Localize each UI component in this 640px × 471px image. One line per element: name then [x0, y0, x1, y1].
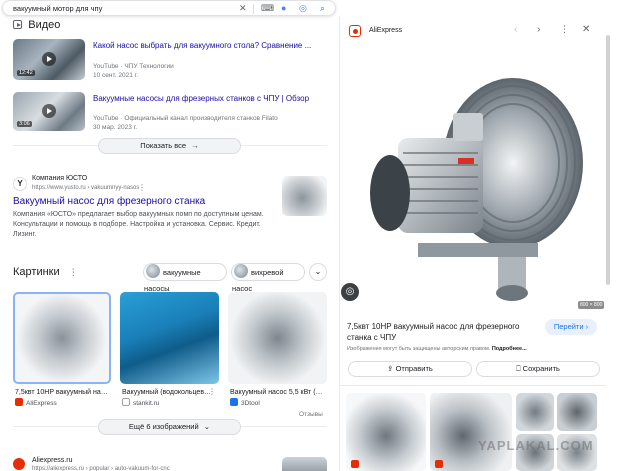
video-source: YouTube · ЧПУ Технологии: [93, 63, 174, 70]
panel-title: 7,5квт 10HP вакуумный насос для фрезерно…: [347, 322, 520, 342]
video-title-link[interactable]: Вакуумные насосы для фрезерных станков с…: [93, 94, 309, 104]
image-chip[interactable]: вихревой насос: [231, 263, 305, 293]
vacuum-pump-illustration: [370, 78, 583, 301]
play-icon: [42, 104, 56, 118]
result-snippet: Компания «ЮСТО» предлагает выбор вакуумн…: [13, 211, 264, 238]
bookmark-icon: ⎕: [516, 364, 521, 373]
result-company: Компания ЮСТО: [32, 175, 88, 182]
result-thumbnail[interactable]: [282, 176, 327, 216]
search-icon[interactable]: ⌕: [320, 3, 325, 14]
more-options-icon[interactable]: ⋮: [560, 24, 569, 35]
preview-image[interactable]: [348, 43, 598, 311]
image-chip[interactable]: вакуумные насосы: [143, 263, 227, 293]
watermark: YAPLAKAL.COM: [478, 438, 594, 453]
share-icon: ⇪: [387, 364, 394, 373]
video-title-link[interactable]: Какой насос выбрать для вакуумного стола…: [93, 41, 311, 51]
video-thumbnail[interactable]: 3:06: [13, 92, 85, 131]
search-input[interactable]: вакуумный мотор для чпу: [13, 4, 102, 13]
clear-icon[interactable]: ✕: [239, 3, 247, 14]
microphone-icon[interactable]: ●: [281, 3, 286, 14]
chevron-right-icon: ›: [585, 322, 589, 331]
arrow-right-icon: →: [191, 141, 199, 150]
chevron-down-icon: ⌄: [203, 422, 211, 431]
more-options-icon[interactable]: ⋮: [208, 387, 216, 396]
videos-heading: Видео: [13, 19, 60, 31]
3dtool-icon: [230, 398, 238, 406]
result-title-link[interactable]: Вакуумный насос для фрезерного станка: [13, 196, 205, 207]
chevron-left-icon[interactable]: ‹: [514, 24, 517, 35]
image-source: stankit.ru: [122, 398, 159, 407]
aliexpress-icon: [349, 25, 361, 37]
chip-thumbnail: [146, 264, 160, 278]
more-options-icon[interactable]: ⋮: [69, 267, 78, 277]
result-site: Aliexpress.ru: [32, 457, 73, 464]
image-result-selected[interactable]: [13, 292, 111, 384]
related-image[interactable]: [430, 393, 512, 471]
divider: [253, 4, 254, 14]
more-options-icon[interactable]: ⋮: [138, 183, 146, 192]
lens-icon[interactable]: ◎: [299, 3, 307, 14]
aliexpress-icon: [13, 458, 25, 470]
panel-source[interactable]: AliExpress: [369, 27, 402, 34]
image-result[interactable]: [120, 292, 219, 384]
image-preview-panel: AliExpress ‹ › ⋮ ✕ ◎ 800 × 800 7,5квт 10…: [339, 17, 610, 471]
result-thumbnail[interactable]: [282, 457, 327, 471]
visit-button[interactable]: Перейти ›: [545, 319, 597, 335]
video-duration: 12:42: [17, 70, 35, 76]
learn-more-link[interactable]: Подробнее...: [492, 346, 527, 352]
chip-thumbnail: [234, 264, 248, 278]
image-caption[interactable]: 7,5квт 10HP вакуумный насо...: [15, 388, 111, 397]
video-duration: 3:06: [17, 121, 32, 127]
video-date: 10 сент. 2021 г.: [93, 72, 139, 79]
stankit-icon: [122, 398, 130, 406]
image-caption[interactable]: Вакуумный насос 5,5 кВт (В...: [230, 388, 326, 397]
keyboard-icon[interactable]: ⌨: [261, 3, 274, 14]
image-source: AliExpress: [15, 398, 57, 407]
video-date: 30 мар. 2023 г.: [93, 124, 137, 131]
lens-icon[interactable]: ◎: [341, 283, 359, 301]
close-icon[interactable]: ✕: [582, 24, 590, 35]
result-url[interactable]: https://aliexpress.ru › popular › auto-v…: [32, 465, 170, 471]
related-image[interactable]: [557, 393, 597, 431]
show-all-button[interactable]: Показать все →: [98, 138, 241, 154]
site-favicon: Y: [13, 177, 27, 191]
aliexpress-icon: [351, 460, 359, 468]
save-button[interactable]: ⎕ Сохранить: [476, 361, 600, 377]
aliexpress-icon: [435, 460, 443, 468]
feedback-link[interactable]: Отзывы: [299, 411, 323, 419]
image-caption[interactable]: Вакуумный (водокольцевой...: [122, 388, 212, 397]
image-source: 3Dtool: [230, 398, 260, 407]
share-button[interactable]: ⇪ Отправить: [348, 361, 472, 377]
video-icon: [13, 20, 22, 29]
image-result[interactable]: [228, 292, 327, 384]
chevron-right-icon[interactable]: ›: [537, 24, 540, 35]
video-thumbnail[interactable]: 12:42: [13, 39, 85, 80]
chevron-down-icon[interactable]: ⌄: [309, 263, 327, 281]
more-images-button[interactable]: Ещё 6 изображений ⌄: [98, 419, 241, 435]
scrollbar[interactable]: [606, 35, 610, 285]
related-image[interactable]: [346, 393, 426, 471]
search-box[interactable]: вакуумный мотор для чпу ✕ ⌨ ● ◎ ⌕: [2, 0, 336, 16]
related-image[interactable]: [516, 393, 554, 431]
video-source: YouTube · Официальный канал производител…: [93, 115, 278, 122]
play-icon: [42, 52, 56, 66]
result-url[interactable]: https://www.yusto.ru › vakuumnyy-nasos: [32, 184, 139, 192]
aliexpress-icon: [15, 398, 23, 406]
copyright-notice: Изображения могут быть защищены авторски…: [347, 346, 527, 352]
image-size-badge: 800 × 800: [578, 301, 605, 309]
images-heading: Картинки ⋮: [13, 266, 78, 278]
divider: [340, 385, 606, 386]
